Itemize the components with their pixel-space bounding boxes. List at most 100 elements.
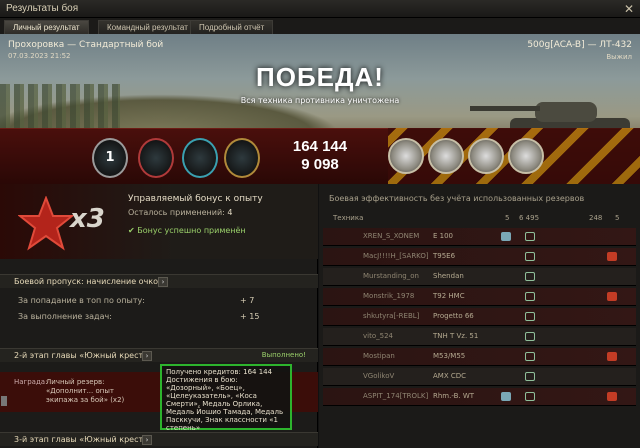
table-row[interactable]: shkutyra[-REBL] Progetto 66 [323, 308, 636, 326]
damage-assist-icon [525, 352, 535, 361]
tank-name: Progetto 66 [433, 312, 474, 320]
player-name: Mostipan [363, 352, 395, 360]
xp-bonus-remaining-label: Осталось применений: [128, 208, 225, 217]
efficiency-heading: Боевая эффективность без учёта использов… [329, 194, 585, 203]
player-name: Murstanding_on [363, 272, 419, 280]
damage-assist-icon [525, 392, 535, 401]
reward-text: Личный резерв: «Дополнит... опыт экипажа… [46, 378, 125, 404]
col-a: 5 [505, 214, 510, 222]
col-c: 248 [589, 214, 603, 222]
xp-bonus-success: ✔ Бонус успешно применён [128, 226, 246, 235]
xp-bonus-title: Управляемый бонус к опыту [128, 194, 263, 204]
class-badge-icon[interactable]: 1 [92, 138, 128, 178]
xp-bonus-remaining: Осталось применений: 4 [128, 208, 233, 217]
tank-name: Shendan [433, 272, 464, 280]
table-row[interactable]: XREN_S_XONEM E 100 [323, 228, 636, 246]
col-tech: Техника [333, 214, 364, 222]
table-row[interactable]: MacJ!!!!H_[SARKO] T95E6 [323, 248, 636, 266]
medal-icon-3[interactable] [468, 138, 504, 174]
tank-name: T95E6 [433, 252, 456, 260]
battle-result: ПОБЕДА! [256, 62, 384, 92]
map-name: Прохоровка — Стандартный бой [8, 40, 164, 50]
ribbon-spotter-icon[interactable] [182, 138, 218, 178]
top-xp-label: За попадание в топ по опыту: [18, 296, 145, 305]
table-row[interactable]: Monstrik_1978 T92 HMC [323, 288, 636, 306]
player-name: shkutyra[-REBL] [363, 312, 420, 320]
tank-name: AMX CDC [433, 372, 467, 380]
table-row[interactable]: ASPIT_174[TROLK] Rhm.-B. WT [323, 388, 636, 406]
damage-assist-icon [525, 252, 535, 261]
experience-value: 9 098 [301, 156, 339, 173]
tank-name: TNH T Vz. 51 [433, 332, 479, 340]
table-row[interactable]: Murstanding_on Shendan [323, 268, 636, 286]
destroyed-icon [607, 252, 617, 261]
chevron-right-icon[interactable]: › [142, 351, 152, 361]
battle-result-subtitle: Вся техника противника уничтожена [240, 96, 400, 105]
window-titlebar: Результаты боя ✕ [0, 0, 640, 18]
earnings: 164 144 9 098 [240, 138, 400, 174]
player-name: Monstrik_1978 [363, 292, 415, 300]
tank-name: E 100 [433, 232, 454, 240]
stage3-title: 3-й этап главы «Южный крест» [14, 435, 149, 444]
xp-multiplier: x3 [70, 204, 105, 234]
tab-detailed-report[interactable]: Подробный отчёт [190, 20, 274, 34]
tab-personal-result[interactable]: Личный результат [4, 20, 89, 34]
damage-assist-icon [525, 312, 535, 321]
chevron-right-icon[interactable]: › [158, 277, 168, 287]
destroyed-icon [607, 392, 617, 401]
class-badge-number: 1 [105, 150, 115, 165]
tasks-value: + 15 [240, 312, 260, 321]
ribbon-killer-icon[interactable] [138, 138, 174, 178]
tasks-label: За выполнение задач: [18, 312, 112, 321]
window-title: Результаты боя [6, 3, 79, 14]
battlepass-header: Боевой пропуск: начисление очков › [0, 274, 318, 288]
spotted-icon [501, 392, 511, 401]
achievements-tooltip: Получено кредитов: 164 144 Достижения в … [160, 364, 292, 432]
player-name: ASPIT_174[TROLK] [363, 392, 429, 400]
battlepass-title: Боевой пропуск: начисление очков [14, 277, 163, 286]
credits-value: 164 144 [292, 138, 348, 155]
damage-assist-icon [525, 292, 535, 301]
col-d: 5 [615, 214, 620, 222]
table-row[interactable]: VGolikoV AMX CDC [323, 368, 636, 386]
table-row[interactable]: Mostipan M53/M55 [323, 348, 636, 366]
stage3-header: 3-й этап главы «Южный крест» › [0, 432, 318, 446]
survival-status: Выжил [606, 53, 632, 61]
stage2-title: 2-й этап главы «Южный крест» [14, 351, 149, 360]
destroyed-icon [607, 352, 617, 361]
player-vehicle: 500g[ACA-B] — ЛТ-432 [527, 40, 632, 50]
battle-date: 07.03.2023 21:52 [8, 52, 71, 60]
medal-icon-2[interactable] [428, 138, 464, 174]
scroll-handle[interactable] [1, 396, 7, 406]
red-star-icon [18, 196, 74, 251]
damage-assist-icon [525, 332, 535, 341]
table-row[interactable]: vito_524 TNH T Vz. 51 [323, 328, 636, 346]
right-panel: Боевая эффективность без учёта использов… [319, 184, 640, 448]
damage-assist-icon [525, 372, 535, 381]
player-name: VGolikoV [363, 372, 395, 380]
xp-bonus-success-text: Бонус успешно применён [137, 226, 246, 235]
check-icon: ✔ [128, 226, 135, 235]
tab-bar: Личный результат Командный результат Под… [0, 18, 640, 34]
player-name: vito_524 [363, 332, 393, 340]
top-xp-value: + 7 [240, 296, 255, 305]
player-name: XREN_S_XONEM [363, 232, 420, 240]
spotted-icon [501, 232, 511, 241]
reward-label: Награда: [14, 378, 48, 386]
col-b: 6 495 [519, 214, 540, 222]
xp-bonus-block: x3 Управляемый бонус к опыту Осталось пр… [0, 184, 318, 259]
player-name: MacJ!!!!H_[SARKO] [363, 252, 429, 260]
chevron-right-icon[interactable]: › [142, 435, 152, 445]
stage2-header: 2-й этап главы «Южный крест» › Выполнено… [0, 348, 318, 362]
medal-icon-4[interactable] [508, 138, 544, 174]
stage2-done: Выполнено! [261, 351, 306, 359]
medal-icon-1[interactable] [388, 138, 424, 174]
close-icon[interactable]: ✕ [624, 2, 634, 16]
destroyed-icon [607, 292, 617, 301]
tab-team-result[interactable]: Командный результат [98, 20, 197, 34]
damage-assist-icon [525, 232, 535, 241]
tank-name: M53/M55 [433, 352, 466, 360]
tank-name: T92 HMC [433, 292, 465, 300]
damage-assist-icon [525, 272, 535, 281]
tank-name: Rhm.-B. WT [433, 392, 475, 400]
